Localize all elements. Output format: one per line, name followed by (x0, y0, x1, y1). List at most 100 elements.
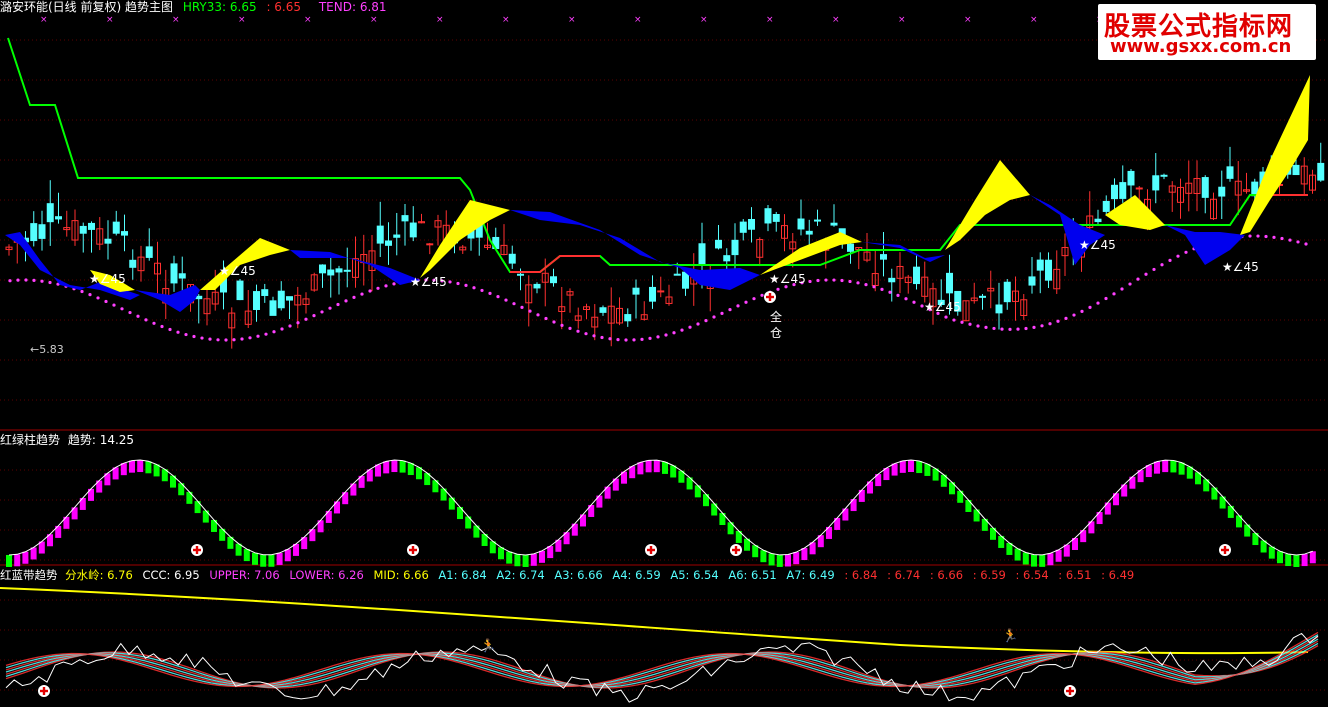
indicator-a3: A3: 6.66 (554, 568, 603, 582)
indicator-r4: : 6.59 (972, 568, 1006, 582)
tend-dot (544, 316, 548, 321)
marker-x-icon: × (766, 15, 774, 25)
trend-bar (1268, 546, 1275, 559)
angle-45-label: ★∠45 (924, 300, 961, 314)
tend-dot (1160, 263, 1164, 267)
tend-dot (448, 280, 452, 284)
candle-body (913, 266, 920, 285)
candle-body (277, 290, 285, 309)
tend-dot (832, 278, 836, 282)
angle-45-label: ★∠45 (1222, 260, 1259, 274)
tend-dot (1136, 277, 1140, 281)
candle-body (1127, 170, 1135, 186)
tend-dot (392, 282, 396, 286)
yellow-band (760, 232, 862, 275)
tend-dot (824, 278, 828, 282)
tend-dot (168, 327, 172, 332)
tend-dot (616, 338, 620, 342)
tend-dot (1088, 305, 1092, 309)
tend-dot (608, 337, 612, 341)
tend-dot (376, 286, 380, 290)
candle-body (624, 314, 632, 322)
tend-dot (640, 337, 644, 341)
trend-bar (1309, 551, 1316, 564)
candle-body (657, 290, 665, 293)
tend-dot (680, 328, 684, 332)
marker-x-icon: × (304, 15, 312, 25)
tend-dot (888, 290, 892, 294)
tend-dot (32, 278, 36, 282)
trend-bar (399, 460, 406, 473)
angle-45-label: ★∠45 (769, 272, 806, 286)
tend-dot (1000, 327, 1004, 331)
tend-dot (528, 309, 532, 313)
tend-dot (24, 278, 28, 282)
runner-icon: 🏃 (480, 638, 496, 654)
tend-dot (112, 303, 116, 307)
tend-dot (600, 335, 604, 340)
trend-bar (645, 460, 652, 473)
tend-dot (312, 314, 316, 318)
star-icon: ★ (89, 272, 100, 286)
candle-body (1028, 276, 1036, 286)
candle-body (1152, 175, 1160, 191)
angle-text: ∠45 (229, 264, 256, 278)
tend-dot (488, 291, 492, 295)
angle-45-label: ★∠45 (89, 272, 126, 286)
chart-canvas[interactable]: ××××××××××××××××××××🏃🏃 (0, 0, 1328, 707)
tend-dot (1064, 316, 1068, 320)
marker-x-icon: × (238, 15, 246, 25)
indicator-a1: A1: 6.84 (438, 568, 487, 582)
tend-dot (136, 314, 140, 318)
angle-text: ∠45 (99, 272, 126, 286)
tend-dot (992, 326, 996, 331)
candle-body (1292, 164, 1300, 176)
tend-dot (648, 336, 652, 340)
trend-bar (637, 462, 644, 475)
tend-dot (536, 313, 540, 317)
tend-dot (976, 324, 980, 328)
trend-bar (252, 552, 258, 565)
trend-bar (916, 461, 923, 474)
indicator-r6: : 6.51 (1058, 568, 1092, 582)
star-icon: ★ (769, 272, 780, 286)
tend-dot (1272, 235, 1276, 239)
candle-body (286, 296, 293, 301)
tend-dot (1104, 296, 1108, 301)
tend-dot (880, 287, 884, 291)
angle-text: ∠45 (420, 275, 447, 289)
indicator-r1: : 6.84 (844, 568, 878, 582)
candle-body (814, 219, 821, 222)
candle-body (1226, 166, 1234, 179)
candle-body (805, 230, 813, 235)
tend-dot (120, 307, 124, 311)
tend-dot (856, 281, 860, 285)
angle-45-label: ★∠45 (410, 275, 447, 289)
tend-dot (1008, 327, 1012, 331)
buy-signal-icon-bar (1223, 546, 1227, 554)
candle-body (409, 222, 417, 238)
tend-dot (552, 320, 556, 324)
tend-dot (224, 338, 228, 342)
candle-body (1160, 174, 1168, 177)
trend-bar (120, 463, 127, 476)
tend-dot (1016, 327, 1020, 331)
tend-dot (328, 306, 332, 310)
candle-body (55, 216, 62, 220)
main-panel-title: 潞安环能(日线 前复权) 趋势主图 (0, 0, 173, 14)
tend-dot (200, 336, 204, 340)
tend-dot (160, 324, 164, 329)
candle-body (1218, 186, 1226, 197)
trend-bar (1277, 551, 1283, 564)
star-icon: ★ (219, 264, 230, 278)
candle-body (632, 287, 640, 295)
trend-bar (539, 550, 545, 563)
candle-body (1135, 187, 1143, 190)
marker-x-icon: × (1030, 15, 1038, 25)
tend-dot (128, 310, 132, 315)
tend-dot (776, 287, 780, 291)
tend-dot (1176, 254, 1180, 258)
candle-body (1094, 218, 1102, 223)
trend-bar (1293, 554, 1300, 567)
tend-dot (568, 326, 572, 331)
